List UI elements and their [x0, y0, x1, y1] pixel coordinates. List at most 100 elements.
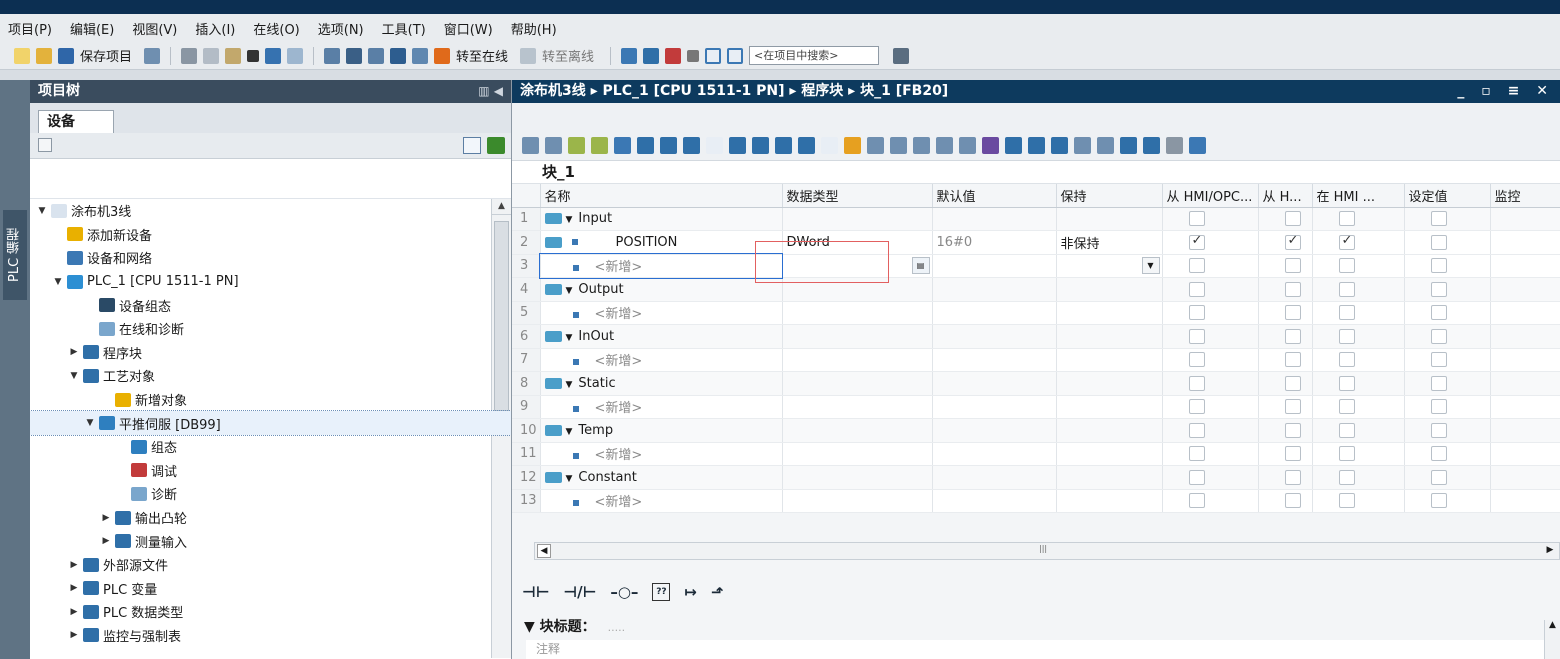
go-to-icon[interactable]	[913, 137, 930, 154]
column-header[interactable]: 从 H...	[1258, 184, 1313, 208]
table-row[interactable]: 7 <新增>	[512, 348, 1560, 372]
copy-icon[interactable]	[203, 47, 220, 64]
data-type-cell[interactable]	[782, 465, 933, 490]
show-overview-icon[interactable]	[821, 137, 838, 154]
data-type-cell[interactable]	[782, 324, 933, 349]
row-checkbox[interactable]	[1338, 469, 1355, 485]
row-checkbox[interactable]	[1430, 493, 1447, 509]
tree-item[interactable]: ▼ PLC_1 [CPU 1511-1 PN]	[30, 270, 511, 294]
default-value-cell[interactable]	[932, 348, 1057, 372]
table-row[interactable]: 4 ▼ Output	[512, 277, 1560, 302]
menu-item[interactable]: 插入(I)	[195, 19, 235, 38]
menu-item[interactable]: 工具(T)	[382, 19, 426, 38]
tree-item[interactable]: ▶ 输出凸轮	[30, 506, 511, 530]
tree-item[interactable]: 设备和网络	[30, 246, 511, 270]
expand-down-icon[interactable]: ▼	[566, 427, 573, 437]
go-online-button[interactable]: 转至在线	[456, 46, 508, 65]
row-checkbox[interactable]	[1338, 422, 1355, 438]
expand-down-icon[interactable]: ▼	[52, 277, 64, 287]
open-project-icon[interactable]	[36, 47, 52, 64]
retain-cell[interactable]	[1056, 277, 1163, 302]
snapshot-icon[interactable]	[890, 137, 907, 154]
name-cell[interactable]: ▼ Input	[540, 207, 783, 231]
default-value-cell[interactable]	[932, 254, 1057, 278]
split-vertical-icon[interactable]	[727, 47, 744, 64]
undo-icon[interactable]	[265, 47, 282, 64]
overview-icon[interactable]	[463, 137, 481, 154]
accessible-devices-icon[interactable]	[412, 47, 429, 64]
network-navigation-icon[interactable]	[798, 137, 815, 154]
go-offline-button[interactable]: 转至离线	[542, 46, 594, 65]
collapse-all-icon[interactable]	[660, 137, 677, 154]
collapse-panel-icon[interactable]: ▥ ◀	[478, 80, 503, 103]
tree-item[interactable]: ▶ 程序块	[30, 341, 511, 365]
online-monitor-icon[interactable]	[867, 137, 884, 154]
column-header[interactable]: 默认值	[932, 184, 1057, 208]
save-project-button[interactable]: 保存项目	[80, 46, 132, 65]
column-header[interactable]: 从 HMI/OPC...	[1162, 184, 1259, 208]
row-checkbox[interactable]	[1188, 281, 1205, 297]
vertical-scrollbar[interactable]: ▲	[1544, 620, 1560, 659]
row-checkbox[interactable]	[1284, 281, 1301, 297]
coil-icon[interactable]: –○–	[610, 583, 638, 601]
row-checkbox[interactable]	[1338, 399, 1355, 415]
row-checkbox[interactable]	[1430, 375, 1447, 391]
scroll-right-icon[interactable]: ▶	[1543, 544, 1557, 558]
default-value-cell[interactable]: 16#0	[932, 230, 1057, 255]
open-branch-icon[interactable]: ↦	[684, 583, 697, 601]
row-checkbox[interactable]	[1338, 375, 1355, 391]
paste-icon[interactable]	[225, 47, 242, 64]
compile-icon[interactable]	[324, 47, 341, 64]
retain-cell[interactable]	[1056, 489, 1163, 513]
bookmark-icon[interactable]	[1051, 137, 1068, 154]
tree-item[interactable]: ▼ 工艺对象	[30, 364, 511, 388]
load-icon[interactable]	[1120, 137, 1137, 154]
row-checkbox[interactable]	[1188, 469, 1205, 485]
indent-icon[interactable]	[1005, 137, 1022, 154]
menu-item[interactable]: 选项(N)	[318, 19, 364, 38]
row-checkbox[interactable]	[1284, 375, 1301, 391]
close-branch-icon[interactable]: ⬏	[711, 583, 724, 601]
table-row[interactable]: 12 ▼ Constant	[512, 465, 1560, 490]
table-row[interactable]: 5 <新增>	[512, 301, 1560, 325]
tree-item[interactable]: ▼ 涂布机3线	[30, 199, 511, 223]
retain-cell[interactable]	[1056, 301, 1163, 325]
data-type-cell[interactable]	[782, 348, 933, 372]
normally-closed-contact-icon[interactable]: ⊣/⊢	[563, 583, 596, 601]
split-horizontal-icon[interactable]	[705, 47, 722, 64]
stop-cpu-icon[interactable]	[665, 47, 682, 64]
retain-cell[interactable]: ▼	[1056, 254, 1163, 278]
delete-network-icon[interactable]	[614, 137, 631, 154]
tree-item[interactable]: ▼ 平推伺服 [DB99]	[30, 410, 511, 436]
insert-network-icon[interactable]	[568, 137, 585, 154]
row-checkbox[interactable]	[1284, 328, 1301, 344]
toggle-icon[interactable]	[1074, 137, 1091, 154]
row-checkbox[interactable]	[1284, 211, 1301, 227]
expand-down-icon[interactable]: ▼	[566, 474, 573, 484]
add-network-icon[interactable]	[591, 137, 608, 154]
project-search-input[interactable]: <在项目中搜索>	[749, 46, 880, 65]
menu-item[interactable]: 在线(O)	[253, 19, 299, 38]
delete-icon[interactable]	[247, 49, 260, 62]
default-value-cell[interactable]	[932, 465, 1057, 490]
table-row[interactable]: 2 POSITION DWord 16#0 非保持	[512, 230, 1560, 255]
row-checkbox[interactable]	[1430, 305, 1447, 321]
tree-item[interactable]: ▶ 测量输入	[30, 529, 511, 553]
tab-devices[interactable]: 设备	[38, 110, 114, 134]
outdent-icon[interactable]	[1028, 137, 1045, 154]
download-icon[interactable]	[346, 47, 363, 64]
row-checkbox[interactable]	[1188, 446, 1205, 462]
name-cell[interactable]: ▼ InOut	[540, 324, 783, 349]
menu-item[interactable]: 编辑(E)	[70, 19, 114, 38]
scroll-grip-icon[interactable]: |||	[1039, 544, 1047, 553]
column-header[interactable]: 设定值	[1404, 184, 1491, 208]
retain-cell[interactable]: 非保持	[1056, 230, 1163, 255]
data-type-cell[interactable]	[782, 207, 933, 231]
insert-row-icon[interactable]	[522, 137, 539, 154]
table-row[interactable]: 1 ▼ Input	[512, 207, 1560, 231]
name-cell[interactable]: <新增>	[539, 253, 783, 279]
name-cell[interactable]: ▼ Constant	[540, 465, 783, 490]
cut-icon[interactable]	[181, 47, 198, 64]
row-checkbox[interactable]	[1284, 305, 1301, 321]
retain-cell[interactable]	[1056, 395, 1163, 419]
